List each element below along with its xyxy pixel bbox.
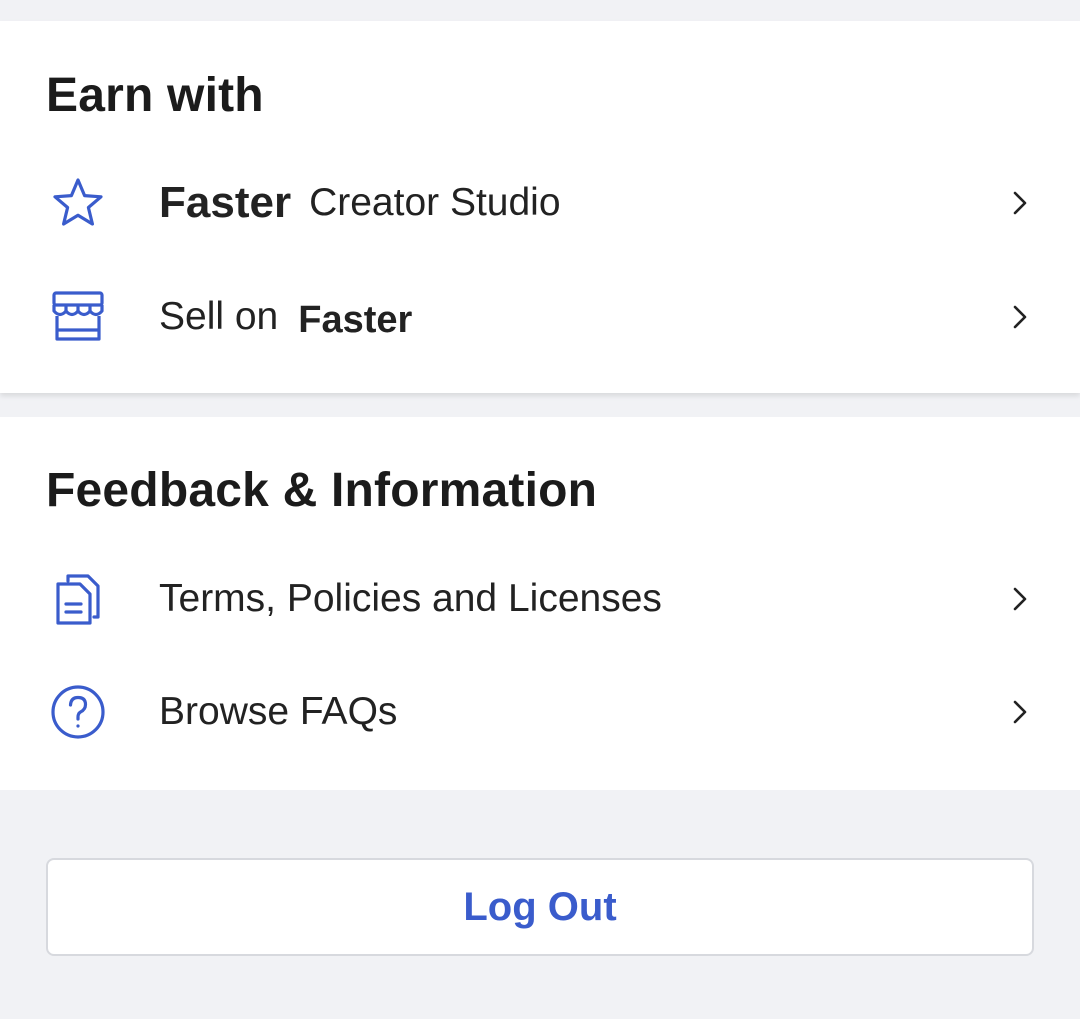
terms-policies-label: Terms, Policies and Licenses bbox=[159, 577, 662, 620]
creator-studio-text: Creator Studio bbox=[309, 181, 561, 224]
brand-wordmark: Faster bbox=[159, 178, 292, 227]
feedback-information-section: Feedback & Information Terms, Policies a… bbox=[0, 417, 1080, 790]
creator-studio-item[interactable]: Faster Creator Studio bbox=[0, 147, 1080, 259]
section-title-feedback: Feedback & Information bbox=[46, 464, 598, 517]
chevron-right-icon bbox=[1005, 301, 1035, 333]
log-out-button[interactable]: Log Out bbox=[46, 858, 1034, 956]
star-icon bbox=[50, 175, 106, 231]
section-title-earn: Earn with bbox=[46, 69, 264, 122]
sell-on-text: Sell on bbox=[159, 295, 279, 338]
chevron-right-icon bbox=[1005, 696, 1035, 728]
earn-with-section: Earn with Faster Creator Studio Sell on … bbox=[0, 21, 1080, 393]
sell-on-item[interactable]: Sell on Faster bbox=[0, 261, 1080, 373]
sell-on-label: Sell on Faster bbox=[159, 261, 412, 373]
brand-wordmark: Faster bbox=[298, 298, 413, 341]
top-divider bbox=[0, 0, 1080, 21]
terms-policies-item[interactable]: Terms, Policies and Licenses bbox=[0, 543, 1080, 655]
chevron-right-icon bbox=[1005, 187, 1035, 219]
documents-icon bbox=[50, 571, 106, 627]
help-circle-icon bbox=[50, 684, 106, 740]
chevron-right-icon bbox=[1005, 583, 1035, 615]
browse-faqs-item[interactable]: Browse FAQs bbox=[0, 656, 1080, 768]
creator-studio-label: Faster Creator Studio bbox=[159, 147, 561, 259]
storefront-icon bbox=[50, 289, 106, 345]
browse-faqs-label: Browse FAQs bbox=[159, 690, 398, 733]
